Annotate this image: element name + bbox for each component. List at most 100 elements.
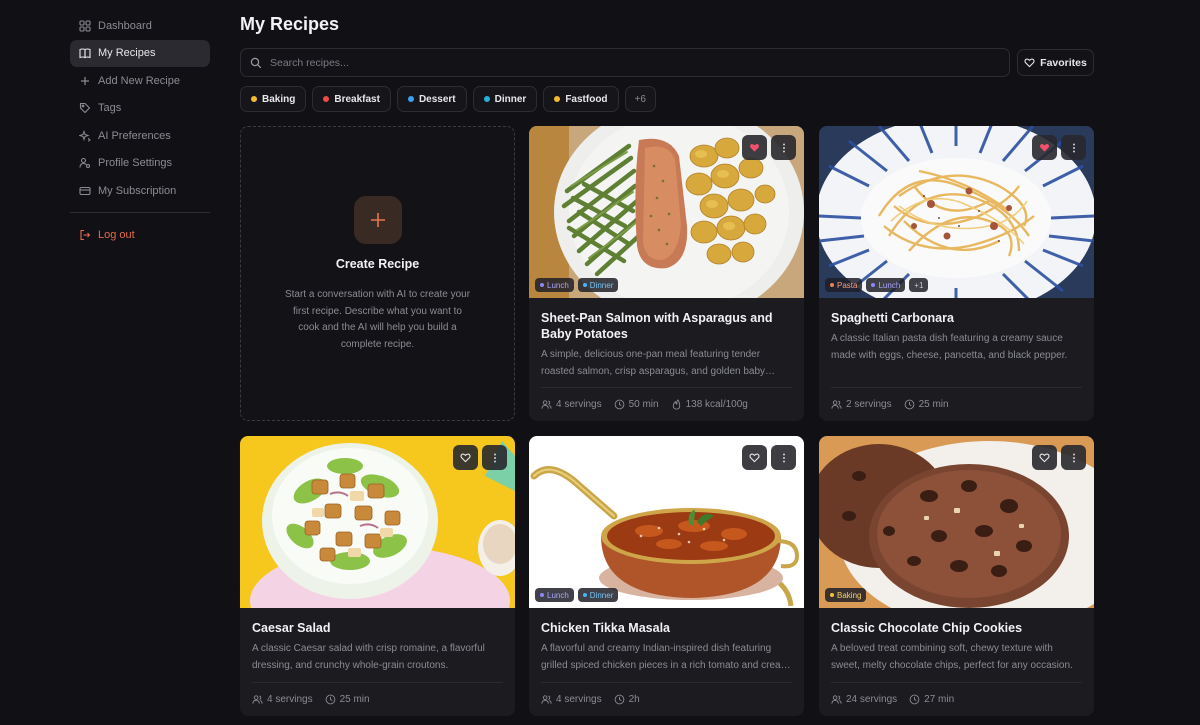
book-icon bbox=[79, 48, 91, 59]
recipe-body: Caesar Salad A classic Caesar salad with… bbox=[240, 608, 515, 674]
time-meta: 27 min bbox=[909, 694, 954, 705]
vertical-dots-icon bbox=[493, 453, 496, 462]
plus-icon bbox=[81, 76, 89, 85]
users-icon bbox=[831, 695, 842, 704]
more-options-button[interactable] bbox=[771, 135, 796, 160]
recipe-card[interactable]: Baking Classic Chocolate Chip Cookies A … bbox=[819, 436, 1094, 716]
servings-meta: 4 servings bbox=[541, 694, 602, 705]
logout-button[interactable]: Log out bbox=[70, 221, 210, 248]
favorite-button[interactable] bbox=[1032, 445, 1057, 470]
favorite-button[interactable] bbox=[742, 135, 767, 160]
badge-dot bbox=[582, 283, 587, 287]
recipe-body: Chicken Tikka Masala A flavorful and cre… bbox=[529, 608, 804, 674]
users-icon bbox=[252, 695, 263, 704]
sidebar-item-label: Tags bbox=[98, 102, 122, 114]
recipe-title: Chicken Tikka Masala bbox=[541, 621, 671, 635]
tag-label: Baking bbox=[262, 93, 296, 105]
recipe-title: Spaghetti Carbonara bbox=[831, 311, 954, 325]
badge-label: Pasta bbox=[837, 280, 858, 290]
recipe-image: Lunch Dinner bbox=[529, 126, 804, 298]
recipe-title: Classic Chocolate Chip Cookies bbox=[831, 621, 1023, 635]
tag-filter-dessert[interactable]: Dessert bbox=[396, 86, 467, 112]
clock-icon bbox=[904, 399, 914, 410]
badge-dot bbox=[540, 283, 544, 287]
more-tags-button[interactable]: +6 bbox=[624, 86, 656, 112]
time-meta: 50 min bbox=[614, 399, 659, 410]
users-icon bbox=[831, 400, 842, 409]
vertical-dots-icon bbox=[1072, 143, 1075, 152]
recipe-meta: 4 servings 50 min 138 kcal/100g bbox=[541, 387, 792, 421]
time-text: 25 min bbox=[339, 694, 370, 705]
sidebar-item-ai-preferences[interactable]: AI Preferences bbox=[70, 122, 210, 149]
servings-meta: 4 servings bbox=[541, 399, 602, 410]
tag-filter-breakfast[interactable]: Breakfast bbox=[312, 86, 391, 112]
vertical-dots-icon bbox=[1072, 453, 1075, 462]
more-options-button[interactable] bbox=[1061, 135, 1086, 160]
sidebar-item-dashboard[interactable]: Dashboard bbox=[70, 12, 210, 39]
recipe-body: Spaghetti Carbonara A classic Italian pa… bbox=[819, 298, 1094, 364]
recipe-badges: Baking bbox=[825, 588, 867, 602]
sidebar-item-tags[interactable]: Tags bbox=[70, 95, 210, 122]
logout-label: Log out bbox=[98, 228, 135, 241]
recipe-card[interactable]: Lunch Dinner Chicken Tikka Masala A flav… bbox=[529, 436, 804, 716]
recipe-image: Lunch Dinner bbox=[529, 436, 804, 608]
more-options-button[interactable] bbox=[1061, 445, 1086, 470]
search-icon bbox=[250, 57, 262, 68]
favorite-button[interactable] bbox=[742, 445, 767, 470]
card-icon bbox=[79, 186, 91, 195]
page-title: My Recipes bbox=[240, 14, 340, 34]
badge-label: Dinner bbox=[589, 590, 614, 600]
create-recipe-plus-button[interactable] bbox=[353, 196, 402, 244]
heart-outline-icon bbox=[460, 453, 471, 463]
sidebar-item-my-recipes[interactable]: My Recipes bbox=[70, 39, 210, 67]
recipe-description: A beloved treat combining soft, chewy te… bbox=[831, 643, 1073, 671]
badge-dot bbox=[871, 283, 876, 287]
more-options-button[interactable] bbox=[482, 445, 507, 470]
recipe-card[interactable]: Pasta Lunch +1 Spaghetti Carbonara A cla… bbox=[819, 126, 1094, 421]
clock-icon bbox=[909, 694, 920, 705]
favorites-button[interactable]: Favorites bbox=[1017, 49, 1094, 76]
favorite-button[interactable] bbox=[1032, 135, 1057, 160]
search-input[interactable] bbox=[270, 56, 970, 69]
badge-lunch: Lunch bbox=[535, 278, 574, 292]
flame-icon bbox=[672, 399, 680, 410]
users-icon bbox=[541, 400, 552, 409]
time-meta: 2h bbox=[614, 694, 640, 705]
create-recipe-title: Create Recipe bbox=[335, 257, 420, 271]
search-bar bbox=[240, 48, 1010, 77]
tag-filter-dinner[interactable]: Dinner bbox=[472, 86, 538, 112]
tag-filter-baking[interactable]: Baking bbox=[240, 86, 307, 112]
recipe-description: A classic Caesar salad with crisp romain… bbox=[252, 643, 485, 671]
grid-icon bbox=[79, 19, 91, 32]
recipe-badges: Lunch Dinner bbox=[535, 588, 619, 602]
recipe-body: Sheet-Pan Salmon with Asparagus and Baby… bbox=[529, 298, 804, 380]
badge-dot bbox=[830, 593, 834, 597]
tag-label: Dessert bbox=[418, 93, 456, 105]
sidebar-item-my-subscription[interactable]: My Subscription bbox=[70, 177, 210, 204]
servings-meta: 4 servings bbox=[252, 694, 313, 705]
heart-filled-icon bbox=[1040, 144, 1049, 152]
recipe-image: Pasta Lunch +1 bbox=[819, 126, 1094, 298]
sidebar-item-add-new-recipe[interactable]: Add New Recipe bbox=[70, 67, 210, 94]
tag-label: Fastfood bbox=[565, 93, 608, 105]
more-options-button[interactable] bbox=[771, 445, 796, 470]
badge-baking: Baking bbox=[825, 588, 867, 602]
favorite-button[interactable] bbox=[453, 445, 478, 470]
tag-filter-fastfood[interactable]: Fastfood bbox=[543, 86, 619, 112]
badge-dinner: Dinner bbox=[577, 278, 619, 292]
create-recipe-card[interactable]: Create Recipe Start a conversation with … bbox=[240, 126, 515, 421]
badge-more: +1 bbox=[909, 278, 929, 292]
sidebar-item-label: Dashboard bbox=[98, 19, 152, 32]
logout-icon bbox=[80, 229, 91, 240]
vertical-dots-icon bbox=[782, 453, 785, 462]
recipe-card[interactable]: Caesar Salad A classic Caesar salad with… bbox=[240, 436, 515, 716]
badge-lunch: Lunch bbox=[866, 278, 906, 292]
recipe-description: A classic Italian pasta dish featuring a… bbox=[831, 333, 1068, 361]
tag-label: Dinner bbox=[494, 93, 527, 105]
sidebar-item-label: Profile Settings bbox=[98, 157, 172, 169]
recipe-card[interactable]: Lunch Dinner Sheet-Pan Salmon with Aspar… bbox=[529, 126, 804, 421]
tag-color-dot bbox=[251, 96, 257, 102]
badge-lunch: Lunch bbox=[535, 588, 574, 602]
sidebar-item-profile-settings[interactable]: Profile Settings bbox=[70, 150, 210, 177]
time-text: 25 min bbox=[918, 399, 949, 410]
